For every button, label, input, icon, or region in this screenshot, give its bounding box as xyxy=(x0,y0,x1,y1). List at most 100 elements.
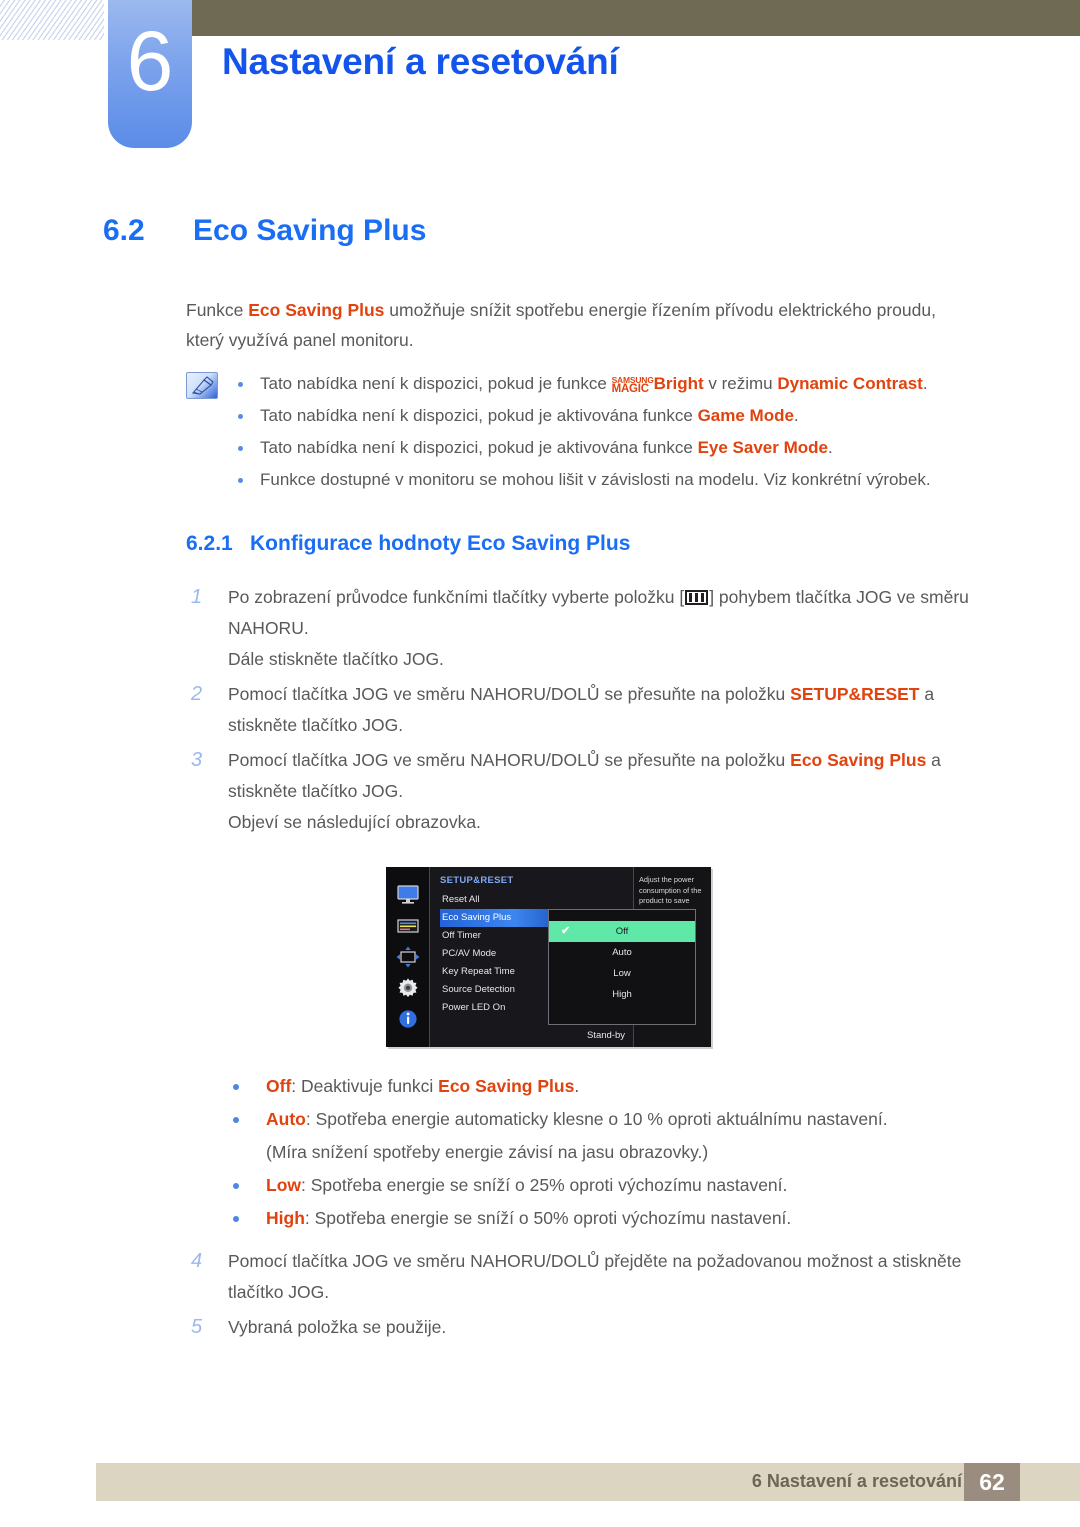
step-text-a: Pomocí tlačítka JOG ve směru NAHORU/DOLŮ… xyxy=(228,750,791,770)
step-1: 1 Po zobrazení průvodce funkčními tlačít… xyxy=(186,582,986,675)
note-bright: Bright xyxy=(653,374,704,393)
option-item-auto-note: (Míra snížení spotřeby energie závisí na… xyxy=(230,1136,980,1169)
footer-page-number: 62 xyxy=(964,1463,1020,1501)
note-text-a: Funkce dostupné v monitoru se mohou liši… xyxy=(260,470,931,489)
intro-highlight: Eco Saving Plus xyxy=(248,300,385,320)
step-number: 3 xyxy=(191,749,203,771)
option-item-auto: Auto: Spotřeba energie automaticky klesn… xyxy=(230,1103,980,1136)
section-title: Eco Saving Plus xyxy=(193,214,427,247)
step-2: 2 Pomocí tlačítka JOG ve směru NAHORU/DO… xyxy=(186,679,986,741)
note-text-c: . xyxy=(827,438,833,457)
step-substep: Objeví se následující obrazovka. xyxy=(228,812,481,832)
note-item: Tato nabídka není k dispozici, pokud je … xyxy=(238,400,976,432)
step-text-a: Po zobrazení průvodce funkčními tlačítky… xyxy=(228,587,685,607)
note-text-c: v režimu xyxy=(703,374,778,393)
osd-submenu-option-label: Off xyxy=(615,926,629,937)
osd-menu-item-eco-saving-plus[interactable]: Eco Saving Plus xyxy=(440,909,564,927)
osd-screenshot: SETUP&RESET Reset All Eco Saving Plus Of… xyxy=(386,867,711,1047)
option-label: Off xyxy=(266,1076,292,1096)
step-text-a: Pomocí tlačítka JOG ve směru NAHORU/DOLŮ… xyxy=(228,1251,962,1302)
osd-menu-item-key-repeat-time[interactable]: Key Repeat Time xyxy=(440,963,564,981)
intro-text-a: Funkce xyxy=(186,300,249,320)
note-text-a: Tato nabídka není k dispozici, pokud je … xyxy=(260,374,612,393)
osd-menu-item-source-detection[interactable]: Source Detection xyxy=(440,981,564,999)
note-pencil-icon xyxy=(186,372,218,399)
option-label: High xyxy=(266,1208,305,1228)
chapter-title: Nastavení a resetování xyxy=(222,41,619,82)
samsung-magic-mark: SAMSUNG MAGIC xyxy=(611,376,654,395)
option-item-off: Off: Deaktivuje funkci Eco Saving Plus. xyxy=(230,1070,980,1103)
steps-group-upper: 1 Po zobrazení průvodce funkčními tlačít… xyxy=(186,582,986,842)
osd-submenu-option-high[interactable]: High xyxy=(549,984,695,1005)
hatch-pattern-decoration xyxy=(0,0,104,40)
step-highlight: SETUP&RESET xyxy=(790,684,920,704)
option-text-a: : Deaktivuje funkci xyxy=(291,1076,439,1096)
step-4: 4 Pomocí tlačítka JOG ve směru NAHORU/DO… xyxy=(186,1246,986,1308)
option-label: Auto xyxy=(266,1109,306,1129)
osd-menu-item-off-timer[interactable]: Off Timer xyxy=(440,927,564,945)
chapter-number: 6 xyxy=(126,14,174,108)
osd-submenu-option-off[interactable]: ✔ Off xyxy=(549,921,695,942)
monitor-icon xyxy=(396,884,420,906)
note-highlight: Eye Saver Mode xyxy=(697,438,828,457)
option-text-a: : Spotřeba energie se sníží o 25% oproti… xyxy=(301,1175,788,1195)
note-block: Tato nabídka není k dispozici, pokud je … xyxy=(186,368,976,496)
section-heading: 6.2 Eco Saving Plus xyxy=(103,214,426,248)
osd-menu-panel: SETUP&RESET Reset All Eco Saving Plus Of… xyxy=(430,867,696,1047)
step-5: 5 Vybraná položka se použije. xyxy=(186,1312,986,1343)
osd-menu-title: SETUP&RESET xyxy=(440,875,514,886)
step-highlight: Eco Saving Plus xyxy=(790,750,927,770)
option-text-a: : Spotřeba energie se sníží o 50% oproti… xyxy=(304,1208,792,1228)
option-text-a: : Spotřeba energie automaticky klesne o … xyxy=(305,1109,888,1129)
osd-submenu-option-auto[interactable]: Auto xyxy=(549,942,695,963)
note-text-e: . xyxy=(922,374,928,393)
chapter-number-badge: 6 xyxy=(108,0,192,148)
step-number: 5 xyxy=(191,1316,203,1338)
note-item: Funkce dostupné v monitoru se mohou liši… xyxy=(238,464,976,496)
header-olive-bar xyxy=(192,0,1080,36)
footer-chapter-label: 6 Nastavení a resetování xyxy=(751,1471,962,1491)
step-text-a: Vybraná položka se použije. xyxy=(228,1317,447,1337)
step-3: 3 Pomocí tlačítka JOG ve směru NAHORU/DO… xyxy=(186,745,986,838)
option-description-list: Off: Deaktivuje funkci Eco Saving Plus. … xyxy=(230,1070,980,1235)
option-item-high: High: Spotřeba energie se sníží o 50% op… xyxy=(230,1202,980,1235)
option-item-low: Low: Spotřeba energie se sníží o 25% opr… xyxy=(230,1169,980,1202)
steps-group-lower: 4 Pomocí tlačítka JOG ve směru NAHORU/DO… xyxy=(186,1246,986,1347)
osd-icon-rail xyxy=(386,867,430,1047)
step-text-a: Pomocí tlačítka JOG ve směru NAHORU/DOLŮ… xyxy=(228,684,791,704)
step-substep: Dále stiskněte tlačítko JOG. xyxy=(228,649,444,669)
note-item: Tato nabídka není k dispozici, pokud je … xyxy=(238,368,976,400)
subsection-number: 6.2.1 xyxy=(186,532,233,555)
resize-arrows-icon xyxy=(396,946,420,968)
note-dynamic-contrast: Dynamic Contrast xyxy=(777,374,923,393)
step-number: 4 xyxy=(191,1250,203,1272)
info-icon xyxy=(396,1008,420,1030)
note-highlight: Game Mode xyxy=(697,406,794,425)
osd-submenu-option-low[interactable]: Low xyxy=(549,963,695,984)
note-text-a: Tato nabídka není k dispozici, pokud je … xyxy=(260,438,698,457)
magic-bottom: MAGIC xyxy=(611,383,650,395)
osd-menu-item-power-led-on[interactable]: Power LED On xyxy=(440,999,564,1017)
option-text-a: (Míra snížení spotřeby energie závisí na… xyxy=(266,1142,709,1162)
option-highlight: Eco Saving Plus xyxy=(438,1076,575,1096)
note-item: Tato nabídka není k dispozici, pokud je … xyxy=(238,432,976,464)
osd-power-led-value: Stand-by xyxy=(586,1030,625,1041)
subsection-heading: 6.2.1 Konfigurace hodnoty Eco Saving Plus xyxy=(186,532,630,556)
subsection-title: Konfigurace hodnoty Eco Saving Plus xyxy=(250,532,631,555)
osd-menu-item-pc-av-mode[interactable]: PC/AV Mode xyxy=(440,945,564,963)
note-text-c: . xyxy=(793,406,799,425)
note-list: Tato nabídka není k dispozici, pokud je … xyxy=(238,368,976,496)
intro-paragraph: Funkce Eco Saving Plus umožňuje snížit s… xyxy=(186,295,976,355)
option-text-b: . xyxy=(574,1076,580,1096)
osd-submenu: ✔ Off Auto Low High xyxy=(548,909,696,1025)
menu-bars-icon xyxy=(685,590,709,605)
note-text-a: Tato nabídka není k dispozici, pokud je … xyxy=(260,406,698,425)
check-icon: ✔ xyxy=(561,925,571,937)
document-page: 6 Nastavení a resetování 6.2 Eco Saving P… xyxy=(0,0,1080,1527)
section-number: 6.2 xyxy=(103,214,145,247)
osd-menu-item-reset-all[interactable]: Reset All xyxy=(440,891,564,909)
step-number: 1 xyxy=(191,586,203,608)
step-number: 2 xyxy=(191,683,203,705)
option-label: Low xyxy=(266,1175,301,1195)
gear-icon xyxy=(396,977,420,999)
